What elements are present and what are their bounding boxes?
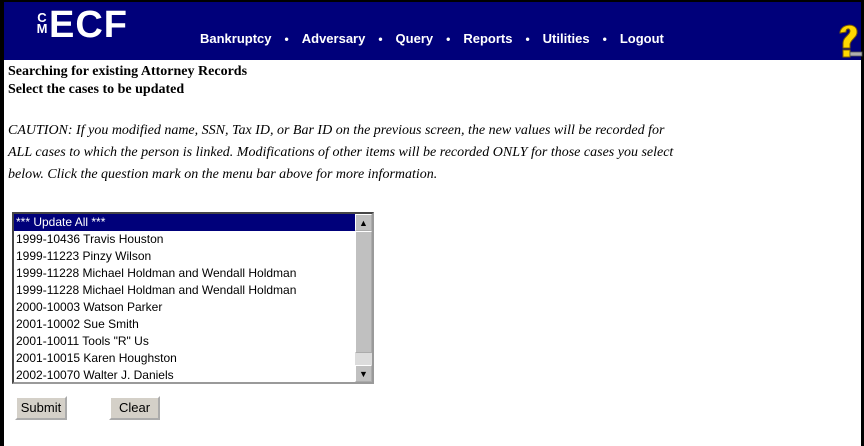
case-option[interactable]: 2002-10070 Walter J. Daniels — [14, 367, 355, 382]
menu-item-bankruptcy[interactable]: Bankruptcy — [200, 31, 272, 46]
scroll-up-button[interactable]: ▲ — [355, 214, 372, 231]
clear-button[interactable]: Clear — [109, 396, 160, 420]
case-select-list[interactable]: *** Update All *** 1999-10436 Travis Hous… — [12, 212, 374, 384]
menu-item-reports[interactable]: Reports — [463, 31, 512, 46]
cmecf-logo: CM ECF — [36, 6, 128, 56]
case-option[interactable]: 2001-10011 Tools "R" Us — [14, 333, 355, 350]
caution-line: CAUTION: If you modified name, SSN, Tax … — [8, 123, 665, 138]
caution-text: CAUTION: If you modified name, SSN, Tax … — [8, 120, 854, 186]
page-subtitle: Select the cases to be updated — [8, 82, 185, 97]
menu-item-adversary[interactable]: Adversary — [302, 31, 366, 46]
scroll-thumb[interactable] — [355, 231, 372, 353]
main-menu: Bankruptcy • Adversary • Query • Reports… — [200, 31, 664, 46]
menu-item-utilities[interactable]: Utilities — [543, 31, 590, 46]
logo-ecf-text: ECF — [49, 4, 128, 46]
menu-separator: • — [284, 31, 289, 46]
case-option[interactable]: 2000-10003 Watson Parker — [14, 299, 355, 316]
menu-item-logout[interactable]: Logout — [620, 31, 664, 46]
scroll-down-button[interactable]: ▼ — [355, 365, 372, 382]
case-option[interactable]: 2001-10015 Karen Houghston — [14, 350, 355, 367]
case-option[interactable]: 1999-10436 Travis Houston — [14, 231, 355, 248]
case-options: *** Update All *** 1999-10436 Travis Hous… — [14, 214, 355, 382]
menu-item-query[interactable]: Query — [396, 31, 434, 46]
caution-line: ALL cases to which the person is linked.… — [8, 145, 674, 160]
menu-separator: • — [602, 31, 607, 46]
case-option[interactable]: 2001-10002 Sue Smith — [14, 316, 355, 333]
menu-separator: • — [378, 31, 383, 46]
case-option[interactable]: 1999-11223 Pinzy Wilson — [14, 248, 355, 265]
question-mark-icon[interactable] — [832, 20, 864, 60]
menu-separator: • — [525, 31, 530, 46]
submit-button[interactable]: Submit — [15, 396, 67, 420]
window-frame-left — [0, 0, 4, 446]
arrow-up-icon: ▲ — [359, 217, 368, 228]
logo-cm-text: CM — [36, 10, 48, 36]
case-option[interactable]: 1999-11228 Michael Holdman and Wendall H… — [14, 265, 355, 282]
list-scrollbar[interactable]: ▲ ▼ — [355, 214, 372, 382]
caution-line: below. Click the question mark on the me… — [8, 167, 438, 182]
page-title: Searching for existing Attorney Records — [8, 64, 248, 79]
arrow-down-icon: ▼ — [359, 368, 368, 379]
menu-separator: • — [446, 31, 451, 46]
case-option[interactable]: *** Update All *** — [14, 214, 355, 231]
menu-bar: CM ECF Bankruptcy • Adversary • Query • … — [4, 2, 864, 60]
case-option[interactable]: 1999-11228 Michael Holdman and Wendall H… — [14, 282, 355, 299]
